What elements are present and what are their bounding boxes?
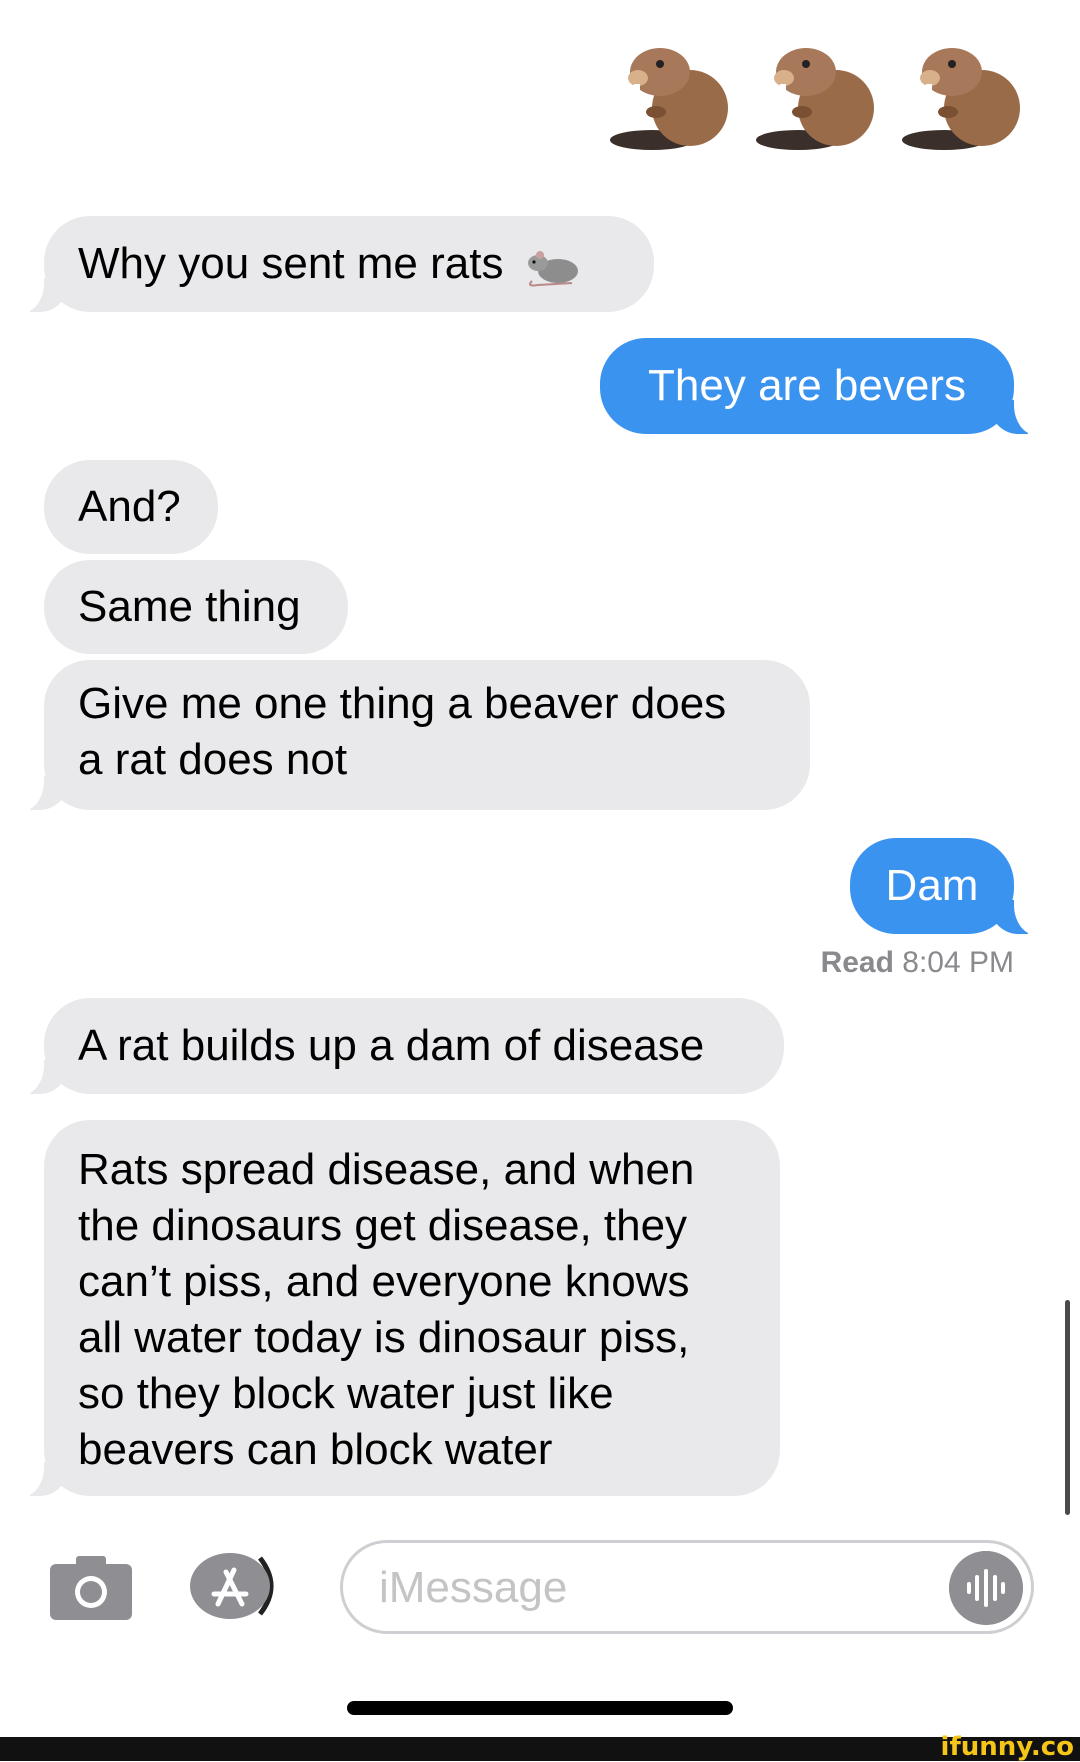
message-line: so they block water just like [78,1369,614,1418]
camera-icon[interactable] [50,1554,132,1620]
message-line: Rats spread disease, and when [78,1145,695,1194]
received-message[interactable]: And? [44,460,218,554]
received-message[interactable]: Same thing [44,560,348,654]
message-text: Same thing [78,582,301,631]
read-receipt: Read 8:04 PM [821,946,1014,980]
sent-message[interactable]: Dam [850,838,1044,935]
message-text: Why you sent me rats [78,239,504,288]
message-text: Dam [885,861,979,910]
scrollbar[interactable] [1065,1300,1070,1515]
message-line: a rat does not [78,735,348,784]
received-message[interactable]: Why you sent me rats [14,216,654,313]
message-line: Give me one thing a beaver does [78,679,727,728]
message-text: And? [78,482,181,531]
message-line: beavers can block water [78,1425,553,1474]
beaver-emoji-row [608,34,1028,152]
beaver-emoji [610,48,728,150]
message-line: can’t piss, and everyone knows [78,1257,690,1306]
read-time: 8:04 PM [902,946,1014,979]
received-message[interactable]: A rat builds up a dam of disease [14,998,784,1095]
watermark: ifunny.co [940,1732,1074,1762]
composer-toolbar: iMessage [0,1538,1080,1638]
audio-waveform-icon[interactable] [949,1551,1023,1625]
message-input[interactable]: iMessage [340,1540,1034,1634]
received-message[interactable]: Rats spread disease, and when the dinosa… [14,1120,780,1497]
beaver-emoji [902,48,1020,150]
message-text: A rat builds up a dam of disease [78,1021,705,1070]
received-message[interactable]: Give me one thing a beaver does a rat do… [14,660,810,811]
app-store-icon[interactable] [190,1550,296,1622]
watermark-bar: ifunny.co [0,1732,1080,1762]
beaver-emoji [756,48,874,150]
rat-emoji [527,251,578,287]
read-status: Read [820,946,894,979]
message-line: all water today is dinosaur piss, [78,1313,690,1362]
message-text: They are bevers [648,361,966,410]
message-line: the dinosaurs get disease, they [78,1201,688,1250]
sent-message[interactable]: They are bevers [600,338,1044,435]
home-indicator[interactable] [347,1701,733,1715]
message-input-placeholder: iMessage [379,1563,568,1612]
